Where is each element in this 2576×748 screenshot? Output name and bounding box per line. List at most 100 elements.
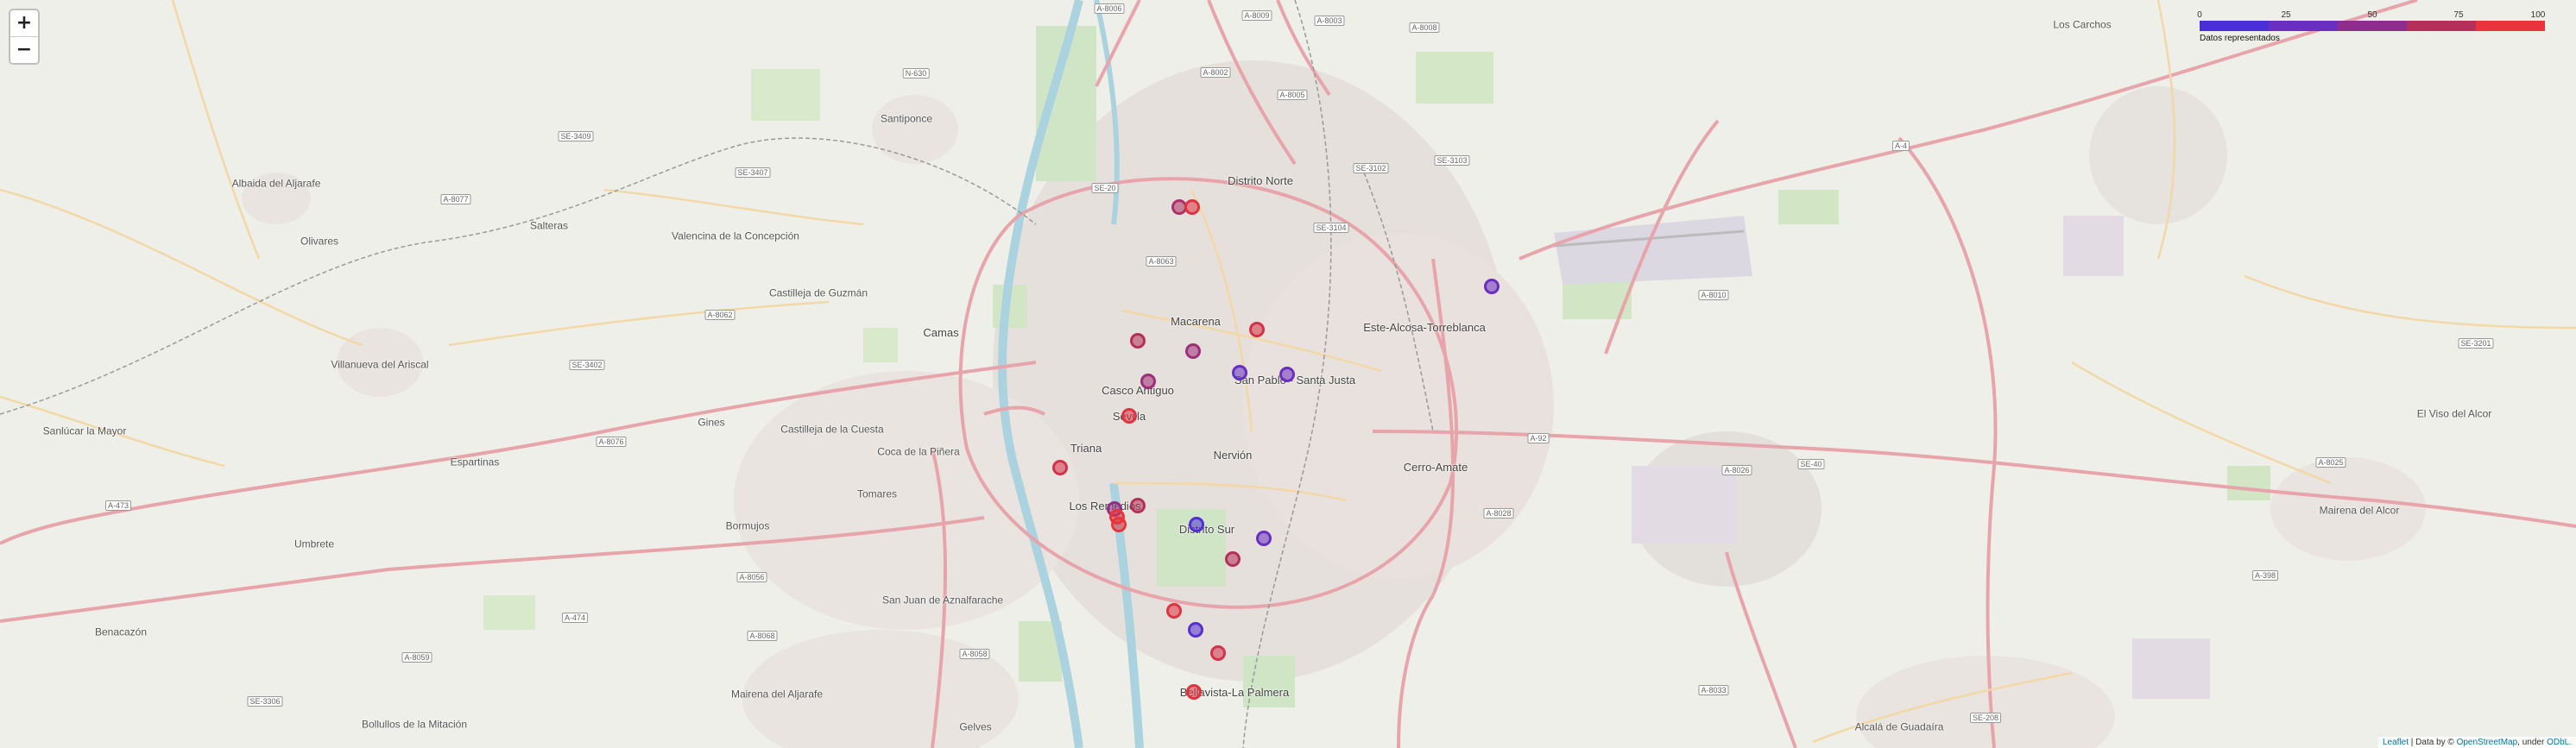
data-point-marker[interactable] [1249, 322, 1265, 337]
place-label: Cerro-Amate [1403, 460, 1468, 474]
road-shield: A-8056 [736, 572, 767, 582]
place-label: Distrito Sur [1178, 522, 1235, 536]
map-view[interactable]: + − Distrito Norte Macarena Casco Antiguo S… [0, 0, 2576, 748]
place-label: Umbrete [294, 537, 335, 550]
place-label: Bormujos [725, 519, 770, 532]
place-label: Albaida del Aljarafe [231, 177, 321, 190]
place-label: Gines [698, 416, 725, 429]
data-point-marker[interactable] [1279, 367, 1295, 382]
place-label: Castilleja de Guzmán [768, 286, 868, 299]
road-shield: A-398 [2251, 570, 2279, 581]
data-point-marker[interactable] [1484, 279, 1500, 294]
road-shield: SE-3402 [569, 360, 605, 370]
legend-ticks: 0 25 50 75 100 [2197, 10, 2546, 21]
legend-color-segment [2407, 21, 2476, 31]
road-shield: A-8025 [2315, 457, 2346, 468]
road-shield: A-8003 [1314, 16, 1345, 26]
place-label: Tomares [856, 487, 898, 500]
legend-tick: 50 [2367, 10, 2377, 20]
leaflet-link[interactable]: Leaflet [2383, 738, 2409, 747]
road-shield: A-8005 [1277, 90, 1308, 100]
place-label: Triana [1070, 441, 1102, 455]
road-shield: A-8006 [1094, 3, 1125, 14]
zoom-in-button[interactable]: + [10, 10, 38, 36]
odbl-link[interactable]: ODbL. [2547, 738, 2572, 747]
legend-tick: 25 [2281, 10, 2291, 20]
place-label: Valencina de la Concepción [672, 229, 799, 242]
zoom-control: + − [9, 9, 40, 65]
place-label: Casco Antiguo [1102, 383, 1174, 397]
data-point-marker[interactable] [1225, 551, 1241, 567]
attribution-text: | Data by © [2409, 738, 2457, 747]
road-shield: SE-3407 [735, 167, 771, 178]
place-label: Distrito Norte [1228, 173, 1293, 187]
legend-color-segment [2338, 21, 2407, 31]
legend-color-segment [2476, 21, 2545, 31]
place-label: Espartinas [450, 456, 500, 468]
legend-color-segment [2200, 21, 2269, 31]
data-point-marker[interactable] [1210, 645, 1226, 661]
place-label: Bollullos de la Mitación [361, 718, 468, 731]
road-shield: A-8008 [1409, 22, 1440, 33]
data-point-marker[interactable] [1166, 603, 1182, 619]
road-shield: SE-3103 [1434, 155, 1470, 166]
road-shield: SE-3104 [1313, 223, 1349, 233]
legend-tick: 0 [2197, 10, 2202, 20]
road-shield: SE-3306 [247, 696, 283, 707]
place-label: Coca de la Piñera [877, 445, 960, 458]
data-point-marker[interactable] [1185, 343, 1201, 359]
attribution: Leaflet | Data by © OpenStreetMap, under… [2377, 737, 2576, 748]
road-shield: A-92 [1527, 433, 1550, 443]
road-shield: N-630 [902, 68, 930, 79]
zoom-out-button[interactable]: − [10, 36, 38, 63]
road-shield: A-8077 [440, 194, 471, 204]
road-shield: A-8002 [1200, 67, 1231, 78]
road-shield: A-8063 [1146, 256, 1177, 267]
place-label: Mairena del Alcor [2319, 504, 2400, 517]
road-shield: A-473 [104, 500, 132, 511]
data-point-marker[interactable] [1130, 498, 1146, 513]
road-shield: A-474 [561, 613, 589, 623]
data-point-marker[interactable] [1052, 460, 1068, 475]
road-shield: SE-3409 [558, 131, 594, 141]
place-label: Gelves [959, 720, 992, 733]
place-label: El Viso del Alcor [2416, 407, 2492, 420]
data-point-marker[interactable] [1121, 408, 1137, 424]
data-point-marker[interactable] [1189, 517, 1204, 532]
road-shield: A-8058 [959, 649, 990, 659]
legend-caption: Datos representados [2200, 34, 2280, 43]
road-shield: A-8068 [747, 631, 778, 641]
data-point-marker[interactable] [1130, 333, 1146, 349]
data-point-marker[interactable] [1140, 374, 1156, 389]
place-label: Nervión [1213, 448, 1253, 462]
place-label: Sanlúcar la Mayor [42, 424, 127, 437]
road-shield: A-8062 [704, 310, 736, 320]
data-point-marker[interactable] [1111, 517, 1127, 532]
road-shield: A-8010 [1698, 290, 1729, 300]
place-label: Olivares [300, 235, 339, 248]
data-point-marker[interactable] [1232, 365, 1247, 380]
road-shield: SE-3102 [1353, 163, 1389, 173]
place-label: Este-Alcosa-Torreblanca [1363, 320, 1486, 334]
place-label: Benacazón [94, 625, 148, 638]
color-legend: 0 25 50 75 100 Datos representados [2197, 10, 2546, 43]
place-label: Salteras [529, 219, 569, 232]
data-point-marker[interactable] [1186, 684, 1202, 700]
road-shield: SE-20 [1091, 183, 1119, 193]
road-shield: A-8076 [596, 437, 627, 447]
attribution-text: , under [2517, 738, 2548, 747]
place-label: Macarena [1171, 314, 1221, 328]
road-shield: A-8028 [1483, 508, 1514, 519]
legend-tick: 100 [2530, 10, 2546, 20]
place-label: Villanueva del Ariscal [331, 358, 429, 371]
place-label: Camas [923, 325, 959, 339]
legend-tick: 75 [2453, 10, 2464, 20]
place-label: Santiponce [880, 112, 933, 125]
place-label: Alcalá de Guadaíra [1854, 720, 1944, 733]
data-point-marker[interactable] [1256, 531, 1272, 546]
data-point-marker[interactable] [1184, 199, 1200, 215]
openstreetmap-link[interactable]: OpenStreetMap [2457, 738, 2518, 747]
place-label: Los Carchos [2053, 18, 2112, 31]
road-shield: A-8059 [401, 652, 432, 663]
data-point-marker[interactable] [1188, 622, 1203, 638]
